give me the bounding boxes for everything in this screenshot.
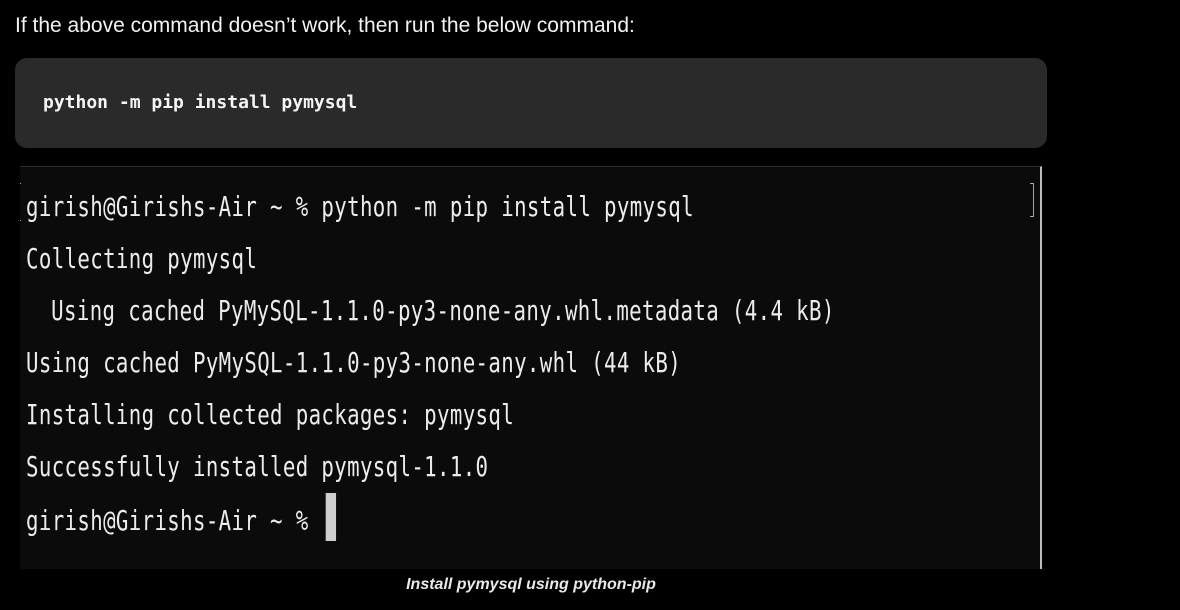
code-block[interactable]: python -m pip install pymysql	[15, 58, 1047, 148]
terminal-line: Successfully installed pymysql-1.1.0	[26, 450, 489, 483]
terminal-bracket-left	[20, 183, 21, 221]
figure-caption: Install pymysql using python-pip	[406, 576, 656, 593]
terminal-line: Collecting pymysql	[26, 242, 258, 275]
terminal-prompt-line: girish@Girishs-Air ~ %	[26, 493, 835, 545]
terminal-line: Using cached PyMySQL-1.1.0-py3-none-any.…	[26, 346, 682, 379]
terminal-screenshot: girish@Girishs-Air ~ % python -m pip ins…	[20, 166, 1042, 569]
terminal-line: Using cached PyMySQL-1.1.0-py3-none-any.…	[51, 294, 835, 327]
terminal-output: girish@Girishs-Air ~ % python -m pip ins…	[26, 181, 1040, 545]
terminal-cursor	[325, 493, 337, 541]
terminal-line: Installing collected packages: pymysql	[26, 398, 515, 431]
terminal-line: girish@Girishs-Air ~ % python -m pip ins…	[26, 190, 694, 223]
code-command[interactable]: python -m pip install pymysql	[43, 91, 357, 115]
intro-text: If the above command doesn’t work, then …	[15, 14, 635, 37]
terminal-prompt: girish@Girishs-Air ~ %	[26, 504, 322, 537]
